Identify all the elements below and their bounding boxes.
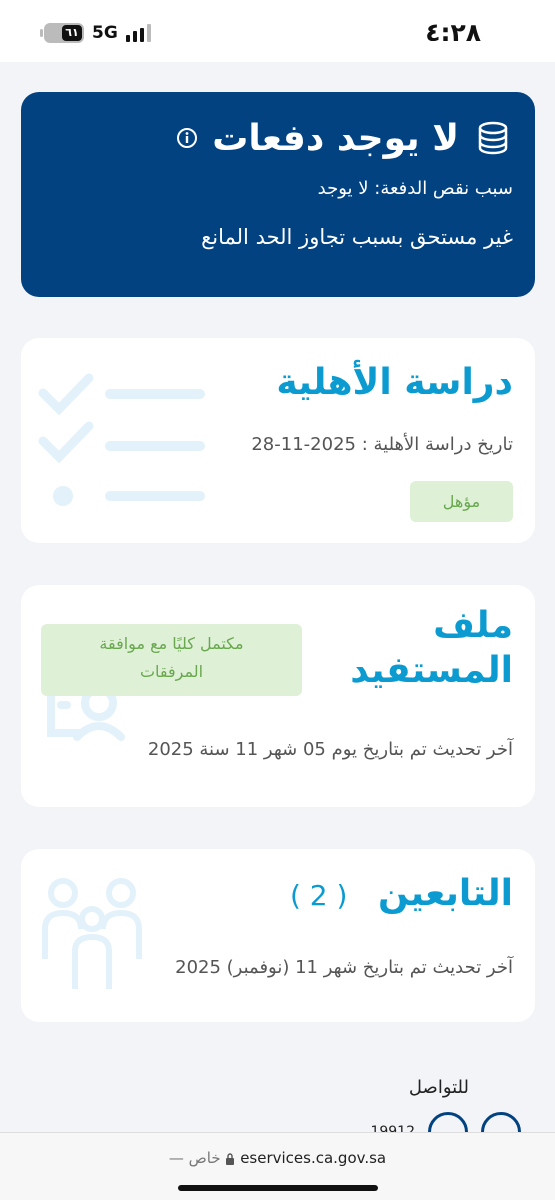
payment-title: لا يوجد دفعات bbox=[212, 117, 459, 159]
url-bar[interactable]: — خاص eservices.ca.gov.sa bbox=[0, 1149, 555, 1167]
network-type: 5G bbox=[92, 23, 118, 43]
dependents-title: التابعين ( 2 ) bbox=[290, 871, 513, 916]
signal-icon bbox=[125, 24, 151, 42]
contact-label: للتواصل bbox=[408, 1077, 469, 1098]
beneficiary-file-updated: آخر تحديث تم بتاريخ يوم 05 شهر 11 سنة 20… bbox=[147, 739, 513, 760]
eligibility-status-badge: مؤهل bbox=[410, 481, 513, 522]
beneficiary-file-card[interactable]: ملف المستفيد مكتمل كليًا مع موافقة المرف… bbox=[21, 585, 535, 807]
info-icon[interactable] bbox=[176, 127, 198, 149]
dependents-updated: آخر تحديث تم بتاريخ شهر 11 (نوفمبر) 2025 bbox=[175, 957, 513, 978]
status-time: ٤:٢٨ bbox=[425, 18, 481, 47]
family-icon bbox=[42, 878, 142, 989]
payment-reason: سبب نقص الدفعة: لا يوجد bbox=[317, 178, 513, 199]
eligibility-date: تاريخ دراسة الأهلية : 2025-11-28 bbox=[251, 434, 513, 455]
eligibility-card[interactable]: دراسة الأهلية تاريخ دراسة الأهلية : 2025… bbox=[21, 338, 535, 543]
status-indicators: ٦١ 5G bbox=[40, 22, 151, 44]
eligibility-title: دراسة الأهلية bbox=[276, 362, 513, 403]
browser-bar: — خاص eservices.ca.gov.sa bbox=[0, 1132, 555, 1200]
battery-icon: ٦١ bbox=[40, 23, 84, 43]
checklist-icon bbox=[38, 373, 205, 506]
private-label: — خاص bbox=[168, 1149, 221, 1167]
badge-line1: مكتمل كليًا مع موافقة bbox=[99, 634, 244, 653]
beneficiary-file-title: ملف المستفيد bbox=[350, 603, 513, 693]
dependents-title-text: التابعين bbox=[378, 873, 513, 914]
profile-icon bbox=[47, 685, 125, 741]
beneficiary-file-title-line2: المستفيد bbox=[350, 650, 513, 691]
badge-line2: المرفقات bbox=[139, 662, 204, 681]
lock-icon bbox=[226, 1152, 235, 1165]
payment-status: غير مستحق بسبب تجاوز الحد المانع bbox=[201, 225, 513, 249]
beneficiary-file-title-line1: ملف bbox=[433, 605, 513, 646]
battery-level: ٦١ bbox=[62, 25, 82, 41]
beneficiary-file-status-badge: مكتمل كليًا مع موافقة المرفقات bbox=[41, 624, 302, 696]
payment-card[interactable]: لا يوجد دفعات سبب نقص الدفعة: لا يوجد غي… bbox=[21, 92, 535, 297]
url-text: eservices.ca.gov.sa bbox=[240, 1149, 387, 1167]
home-indicator[interactable] bbox=[178, 1185, 378, 1191]
status-bar: ٦١ 5G ٤:٢٨ bbox=[0, 0, 555, 62]
dependents-count: ( 2 ) bbox=[289, 879, 348, 912]
dependents-card[interactable]: التابعين ( 2 ) آخر تحديث تم بتاريخ شهر 1… bbox=[21, 849, 535, 1022]
coins-icon bbox=[478, 121, 508, 155]
